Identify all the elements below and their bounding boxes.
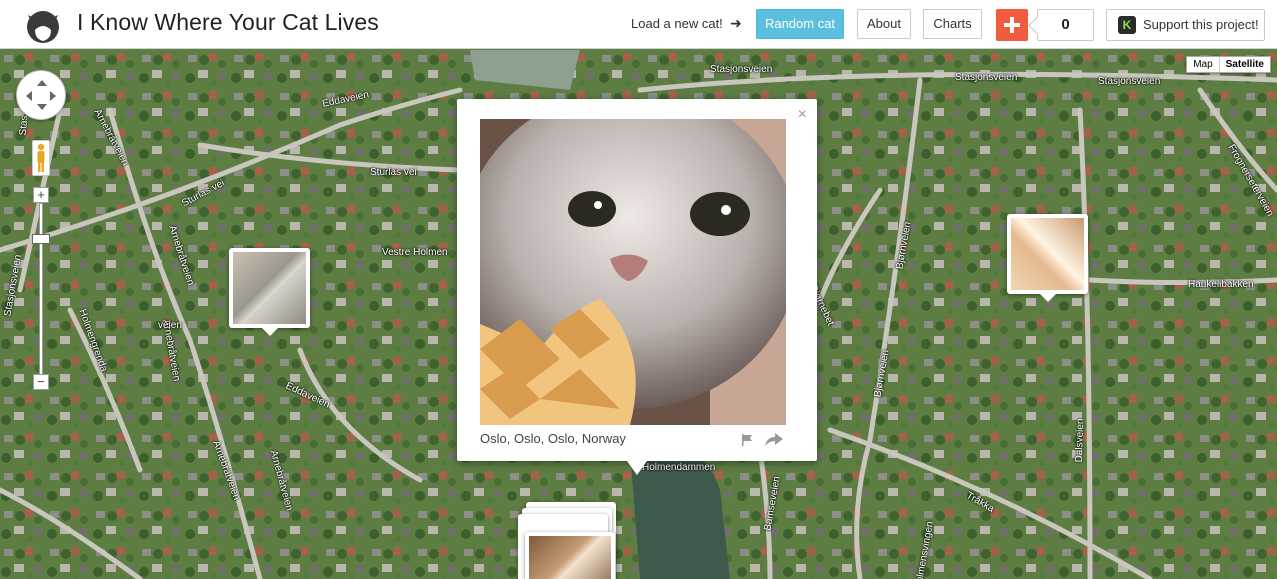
pan-left-icon[interactable] xyxy=(21,91,32,101)
zoom-slider-thumb[interactable] xyxy=(32,234,50,244)
road-label: Vestre Holmen xyxy=(382,247,448,258)
cat-head-icon[interactable] xyxy=(24,6,62,44)
road-label: Sturlas vei xyxy=(370,167,417,178)
share-count: 0 xyxy=(1037,9,1094,41)
cat-marker[interactable] xyxy=(229,248,310,336)
map-type-satellite-button[interactable]: Satellite xyxy=(1218,57,1270,72)
road-label: Haukelibakken xyxy=(1188,279,1254,290)
road-label: Holmendammen xyxy=(642,462,716,473)
zoom-in-button[interactable]: + xyxy=(33,187,49,203)
zoom-slider-track[interactable] xyxy=(39,203,43,375)
cat-thumbnail xyxy=(1011,218,1084,290)
map-type-toggle: Map Satellite xyxy=(1186,56,1271,73)
zoom-out-button[interactable]: − xyxy=(33,374,49,390)
kickstarter-icon: K xyxy=(1118,16,1136,34)
cat-info-popup: × Oslo, Oslo, Oslo, Norway xyxy=(457,99,817,475)
road-label: Stas xyxy=(17,115,31,136)
map-type-map-button[interactable]: Map xyxy=(1187,57,1218,72)
cat-thumbnail xyxy=(529,536,611,579)
site-title[interactable]: I Know Where Your Cat Lives xyxy=(77,9,379,36)
top-header: I Know Where Your Cat Lives Load a new c… xyxy=(0,0,1277,49)
plus-icon[interactable] xyxy=(996,9,1028,41)
cat-photo[interactable] xyxy=(480,119,786,425)
about-button[interactable]: About xyxy=(857,9,911,39)
satellite-map[interactable]: Stasjonsveien Stasjonsveien Stasjonsveie… xyxy=(0,50,1277,579)
road-label: Stasjonsveien xyxy=(1098,76,1161,87)
road-label: Dalsveien xyxy=(1073,418,1087,463)
share-icon[interactable] xyxy=(765,433,783,446)
cat-marker[interactable] xyxy=(1007,214,1088,302)
flag-icon[interactable] xyxy=(741,434,753,446)
road-label: veien xyxy=(158,320,182,331)
pan-down-icon[interactable] xyxy=(37,104,47,115)
pan-control[interactable] xyxy=(16,70,66,120)
arrow-right-icon: ➜ xyxy=(730,15,742,31)
load-new-cat-text: Load a new cat! xyxy=(631,16,723,31)
cat-thumbnail xyxy=(233,252,306,324)
random-cat-button[interactable]: Random cat xyxy=(756,9,844,39)
road-label: Stasjonsveien xyxy=(955,72,1018,83)
cat-location-text: Oslo, Oslo, Oslo, Norway xyxy=(480,431,626,446)
close-icon[interactable]: × xyxy=(798,106,807,124)
pan-right-icon[interactable] xyxy=(50,91,61,101)
pan-up-icon[interactable] xyxy=(37,75,47,86)
road-label: Stasjonsveien xyxy=(710,64,773,75)
charts-button[interactable]: Charts xyxy=(923,9,982,39)
cat-marker-cluster[interactable] xyxy=(525,532,615,579)
pegman-icon[interactable] xyxy=(32,140,50,176)
